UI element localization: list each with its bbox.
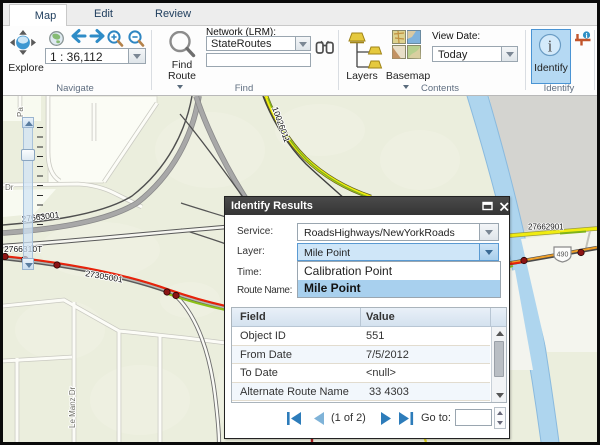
svg-text:Pa: Pa (16, 107, 25, 117)
svg-text:27662901: 27662901 (528, 223, 564, 232)
svg-text:490: 490 (557, 252, 569, 259)
svg-text:Le Manz Dr: Le Manz Dr (68, 386, 77, 428)
svg-text:i: i (585, 31, 587, 40)
svg-text:i: i (548, 37, 553, 56)
svg-text:Dr: Dr (5, 183, 14, 192)
